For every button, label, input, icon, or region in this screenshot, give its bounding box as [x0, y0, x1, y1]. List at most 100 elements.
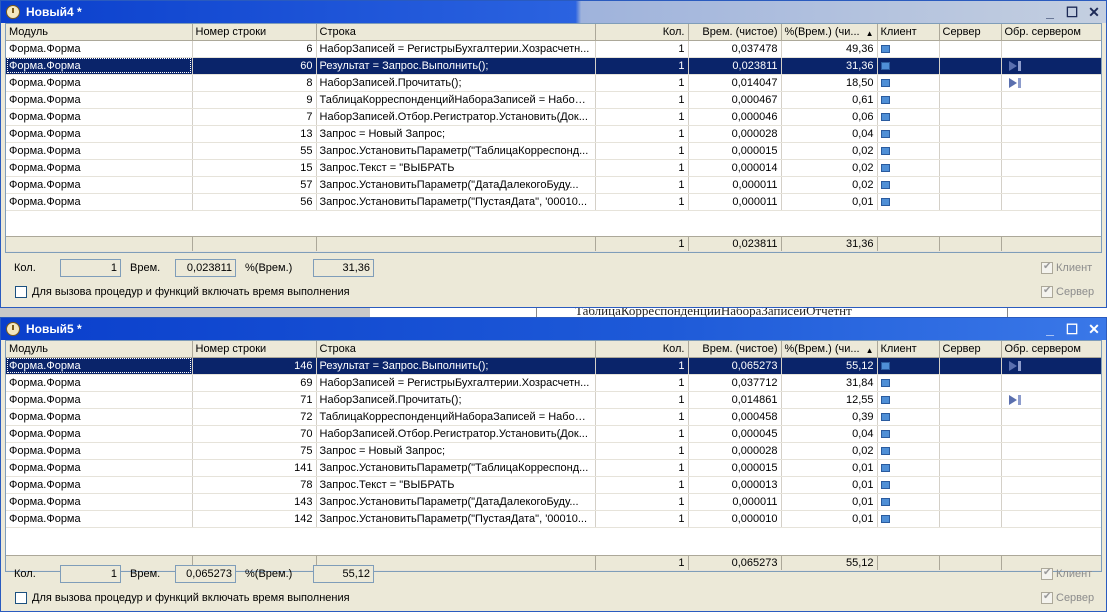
monitor-icon [880, 95, 890, 104]
measurement-table[interactable]: Модуль Номер строки Строка Кол. Врем. (чисто… [5, 23, 1102, 253]
column-code-header[interactable]: Строка [316, 24, 596, 41]
column-count-header[interactable]: Кол. [595, 24, 689, 41]
minimize-button[interactable]: _ [1042, 4, 1058, 20]
cell-server-call [1001, 159, 1101, 177]
table-row[interactable]: Форма.Форма 78 Запрос.Текст = "ВЫБРАТЬ 1 0,0… [6, 476, 1101, 494]
table-row[interactable]: Форма.Форма 142 Запрос.УстановитьПараметр(… [6, 510, 1101, 528]
server-checkbox-label: Сервер [1056, 286, 1095, 298]
cell-server [939, 125, 1002, 143]
monitor-icon [880, 378, 890, 387]
column-percent-header[interactable]: ▲ %(Врем.) (чи... [781, 341, 878, 358]
cell-server-call [1001, 476, 1101, 494]
column-client-header[interactable]: Клиент [877, 341, 940, 358]
count-field[interactable]: 1 [60, 259, 121, 277]
cell-server [939, 357, 1002, 375]
cell-time: 0,000045 [688, 425, 782, 443]
cell-server-call [1001, 57, 1101, 75]
column-line-number-header[interactable]: Номер строки [192, 341, 317, 358]
cell-server-call [1001, 442, 1101, 460]
table-row[interactable]: Форма.Форма 7 НаборЗаписей.Отбор.Регистрат… [6, 108, 1101, 126]
minimize-button[interactable]: _ [1042, 321, 1058, 337]
table-row[interactable]: Форма.Форма 75 Запрос = Новый Запрос; 1 0,00… [6, 442, 1101, 460]
cell-percent: 0,02 [781, 176, 878, 194]
cell-count: 1 [595, 176, 689, 194]
percent-label: %(Врем.) [245, 262, 293, 274]
title-bar[interactable]: Новый4 * _ ☐ ✕ [1, 1, 1106, 23]
measurement-window-2: Новый5 * _ ☐ ✕ Модуль Номер строки Строка К… [0, 317, 1107, 612]
table-row[interactable]: Форма.Форма 143 Запрос.УстановитьПараметр(… [6, 493, 1101, 511]
monitor-icon [880, 44, 890, 53]
cell-client [877, 374, 940, 392]
cell-count: 1 [595, 40, 689, 58]
time-field[interactable]: 0,023811 [175, 259, 236, 277]
table-row[interactable]: Форма.Форма 146 Результат = Запрос.Выполни… [6, 357, 1101, 375]
column-module-header[interactable]: Модуль [6, 24, 193, 41]
maximize-button[interactable]: ☐ [1064, 4, 1080, 20]
column-code-header[interactable]: Строка [316, 341, 596, 358]
cell-code: ТаблицаКорреспонденцийНабораЗаписей = На… [316, 91, 596, 109]
title-bar[interactable]: Новый5 * _ ☐ ✕ [1, 318, 1106, 340]
table-row[interactable]: Форма.Форма 60 Результат = Запрос.Выполнит… [6, 57, 1101, 75]
monitor-icon [880, 78, 890, 87]
column-server-header[interactable]: Сервер [939, 24, 1002, 41]
server-arrow-icon [1008, 77, 1017, 88]
cell-count: 1 [595, 476, 689, 494]
cell-code: Запрос.Текст = "ВЫБРАТЬ [316, 159, 596, 177]
table-row[interactable]: Форма.Форма 70 НаборЗаписей.Отбор.Регистра… [6, 425, 1101, 443]
server-checkbox[interactable] [1041, 285, 1053, 298]
table-row[interactable]: Форма.Форма 6 НаборЗаписей = РегистрыБухга… [6, 40, 1101, 58]
cell-server [939, 108, 1002, 126]
table-row[interactable]: Форма.Форма 56 Запрос.УстановитьПараметр("… [6, 193, 1101, 211]
total-time: 0,023811 [688, 236, 782, 252]
table-row[interactable]: Форма.Форма 69 НаборЗаписей = РегистрыБухг… [6, 374, 1101, 392]
column-time-header[interactable]: Врем. (чистое) [688, 341, 782, 358]
table-row[interactable]: Форма.Форма 9 ТаблицаКорреспонденцийНабора… [6, 91, 1101, 109]
percent-field[interactable]: 31,36 [313, 259, 374, 277]
close-button[interactable]: ✕ [1086, 321, 1102, 337]
cell-server [939, 91, 1002, 109]
percent-field[interactable]: 55,12 [313, 565, 374, 583]
table-row[interactable]: Форма.Форма 8 НаборЗаписей.Прочитать(); 1 0,… [6, 74, 1101, 92]
cell-count: 1 [595, 193, 689, 211]
table-row[interactable]: Форма.Форма 15 Запрос.Текст = "ВЫБРАТЬ 1 0,0… [6, 159, 1101, 177]
monitor-icon [880, 429, 890, 438]
column-module-header[interactable]: Модуль [6, 341, 193, 358]
maximize-button[interactable]: ☐ [1064, 321, 1080, 337]
summary-panel: Кол. 1 Врем. 0,023811 %(Врем.) 31,36 Для… [1, 255, 1106, 307]
close-button[interactable]: ✕ [1086, 4, 1102, 20]
table-row[interactable]: Форма.Форма 141 Запрос.УстановитьПараметр(… [6, 459, 1101, 477]
cell-server-call [1001, 176, 1101, 194]
table-row[interactable]: Форма.Форма 13 Запрос = Новый Запрос; 1 0,00… [6, 125, 1101, 143]
measurement-table[interactable]: Модуль Номер строки Строка Кол. Врем. (чисто… [5, 340, 1102, 572]
count-field[interactable]: 1 [60, 565, 121, 583]
client-checkbox[interactable] [1041, 567, 1053, 580]
column-server-header[interactable]: Сервер [939, 341, 1002, 358]
include-time-checkbox[interactable] [15, 592, 27, 604]
column-server-call-header[interactable]: Обр. сервером [1001, 24, 1101, 41]
cell-code: НаборЗаписей = РегистрыБухгалтерии.Хозра… [316, 374, 596, 392]
server-checkbox[interactable] [1041, 591, 1053, 604]
column-server-call-header[interactable]: Обр. сервером [1001, 341, 1101, 358]
table-row[interactable]: Форма.Форма 72 ТаблицаКорреспонденцийНабор… [6, 408, 1101, 426]
table-row[interactable]: Форма.Форма 71 НаборЗаписей.Прочитать(); 1 0… [6, 391, 1101, 409]
cell-time: 0,014861 [688, 391, 782, 409]
column-time-header[interactable]: Врем. (чистое) [688, 24, 782, 41]
cell-module: Форма.Форма [6, 476, 193, 494]
cell-code: Запрос.УстановитьПараметр("ПустаяДата", … [316, 510, 596, 528]
column-percent-header[interactable]: ▲ %(Врем.) (чи... [781, 24, 878, 41]
cell-module: Форма.Форма [6, 91, 193, 109]
cell-percent: 0,02 [781, 159, 878, 177]
table-row[interactable]: Форма.Форма 55 Запрос.УстановитьПараметр("… [6, 142, 1101, 160]
cell-time: 0,000015 [688, 142, 782, 160]
cell-client [877, 493, 940, 511]
column-count-header[interactable]: Кол. [595, 341, 689, 358]
cell-client [877, 510, 940, 528]
table-row[interactable]: Форма.Форма 57 Запрос.УстановитьПараметр("… [6, 176, 1101, 194]
time-field[interactable]: 0,065273 [175, 565, 236, 583]
column-client-header[interactable]: Клиент [877, 24, 940, 41]
client-checkbox[interactable] [1041, 261, 1053, 274]
cell-client [877, 57, 940, 75]
column-percent-label: %(Врем.) (чи... [784, 342, 860, 355]
include-time-checkbox[interactable] [15, 286, 27, 298]
column-line-number-header[interactable]: Номер строки [192, 24, 317, 41]
